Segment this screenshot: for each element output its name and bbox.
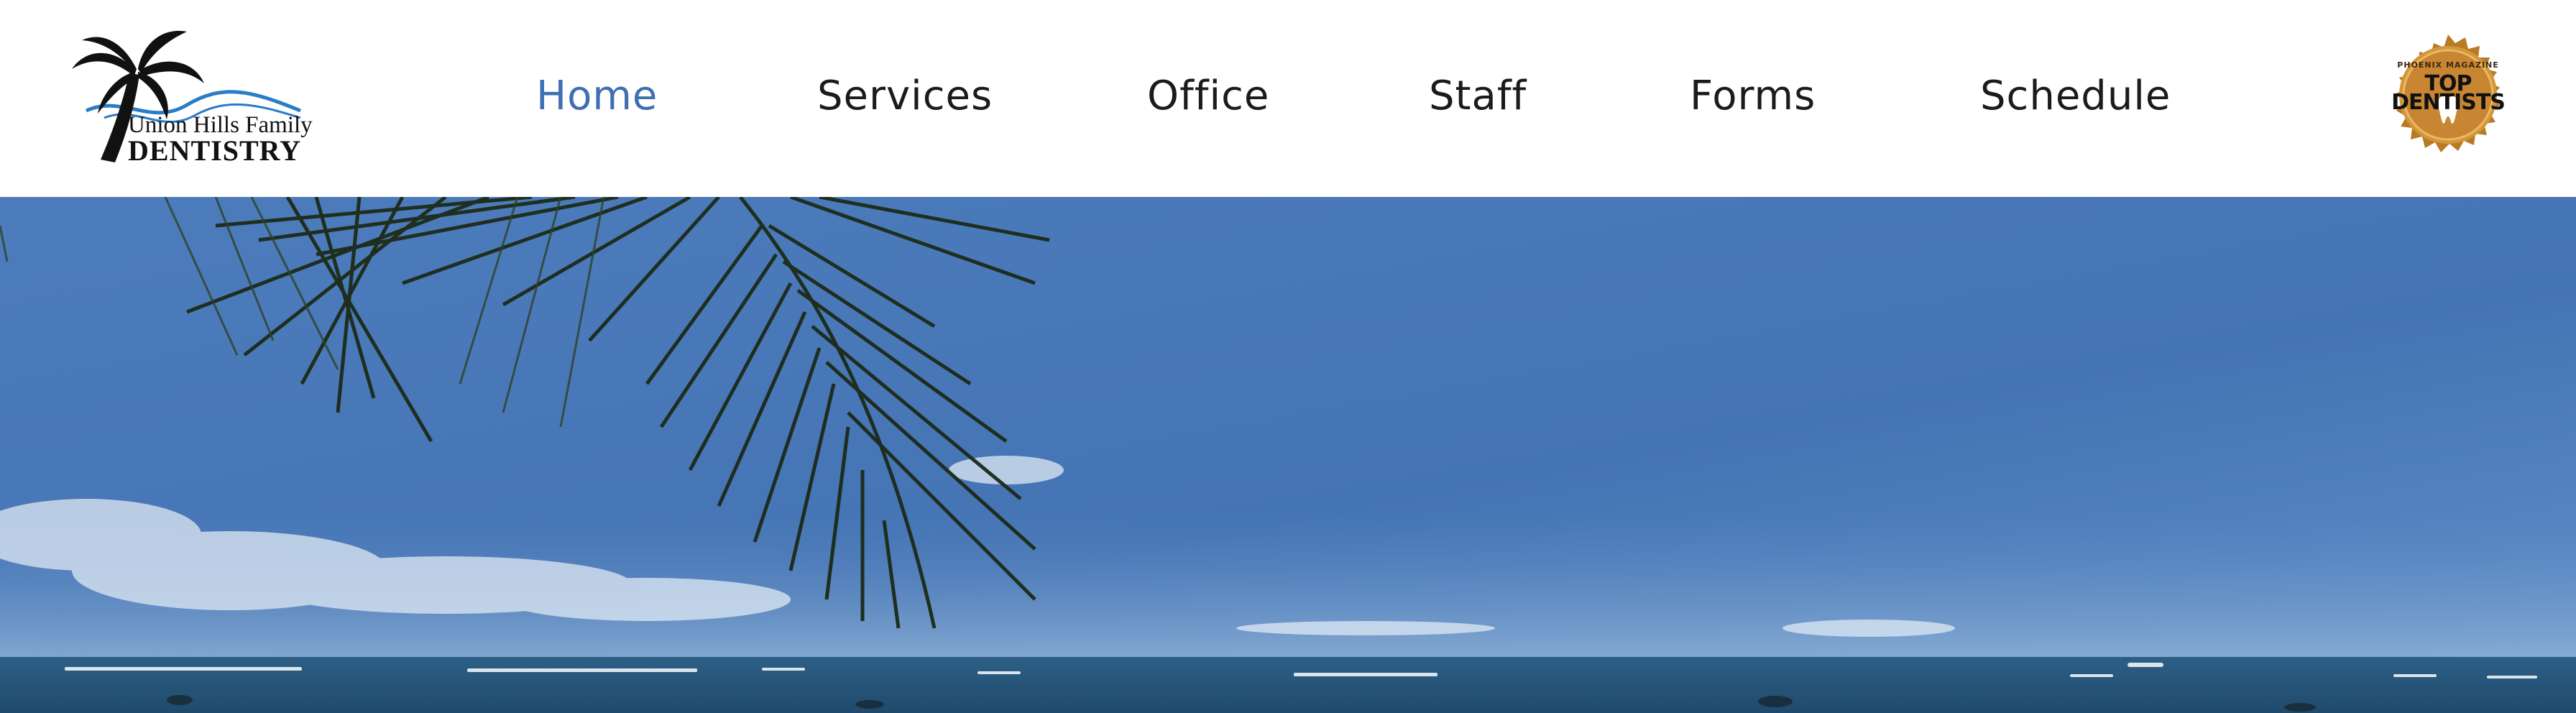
badge-title-dentists: DENTISTS [2391, 90, 2506, 115]
logo-text-line2: DENTISTRY [128, 134, 301, 167]
nav-forms[interactable]: Forms [1690, 68, 1816, 125]
hero-image [0, 197, 2576, 713]
badge-title: TOP DENTISTS [2383, 73, 2513, 115]
nav-office[interactable]: Office [1147, 68, 1269, 125]
top-dentists-badge[interactable]: PHOENIX MAGAZINE TOP DENTISTS [2383, 33, 2513, 162]
nav-schedule[interactable]: Schedule [1980, 68, 2171, 125]
badge-caption: PHOENIX MAGAZINE [2397, 60, 2499, 70]
site-logo[interactable]: Union Hills Family DENTISTRY [72, 26, 313, 167]
nav-services[interactable]: Services [817, 68, 993, 125]
beach-photo [0, 197, 2576, 713]
site-header: Union Hills Family DENTISTRY Home Servic… [0, 0, 2576, 197]
nav-staff[interactable]: Staff [1429, 68, 1527, 125]
nav-home[interactable]: Home [536, 68, 658, 125]
